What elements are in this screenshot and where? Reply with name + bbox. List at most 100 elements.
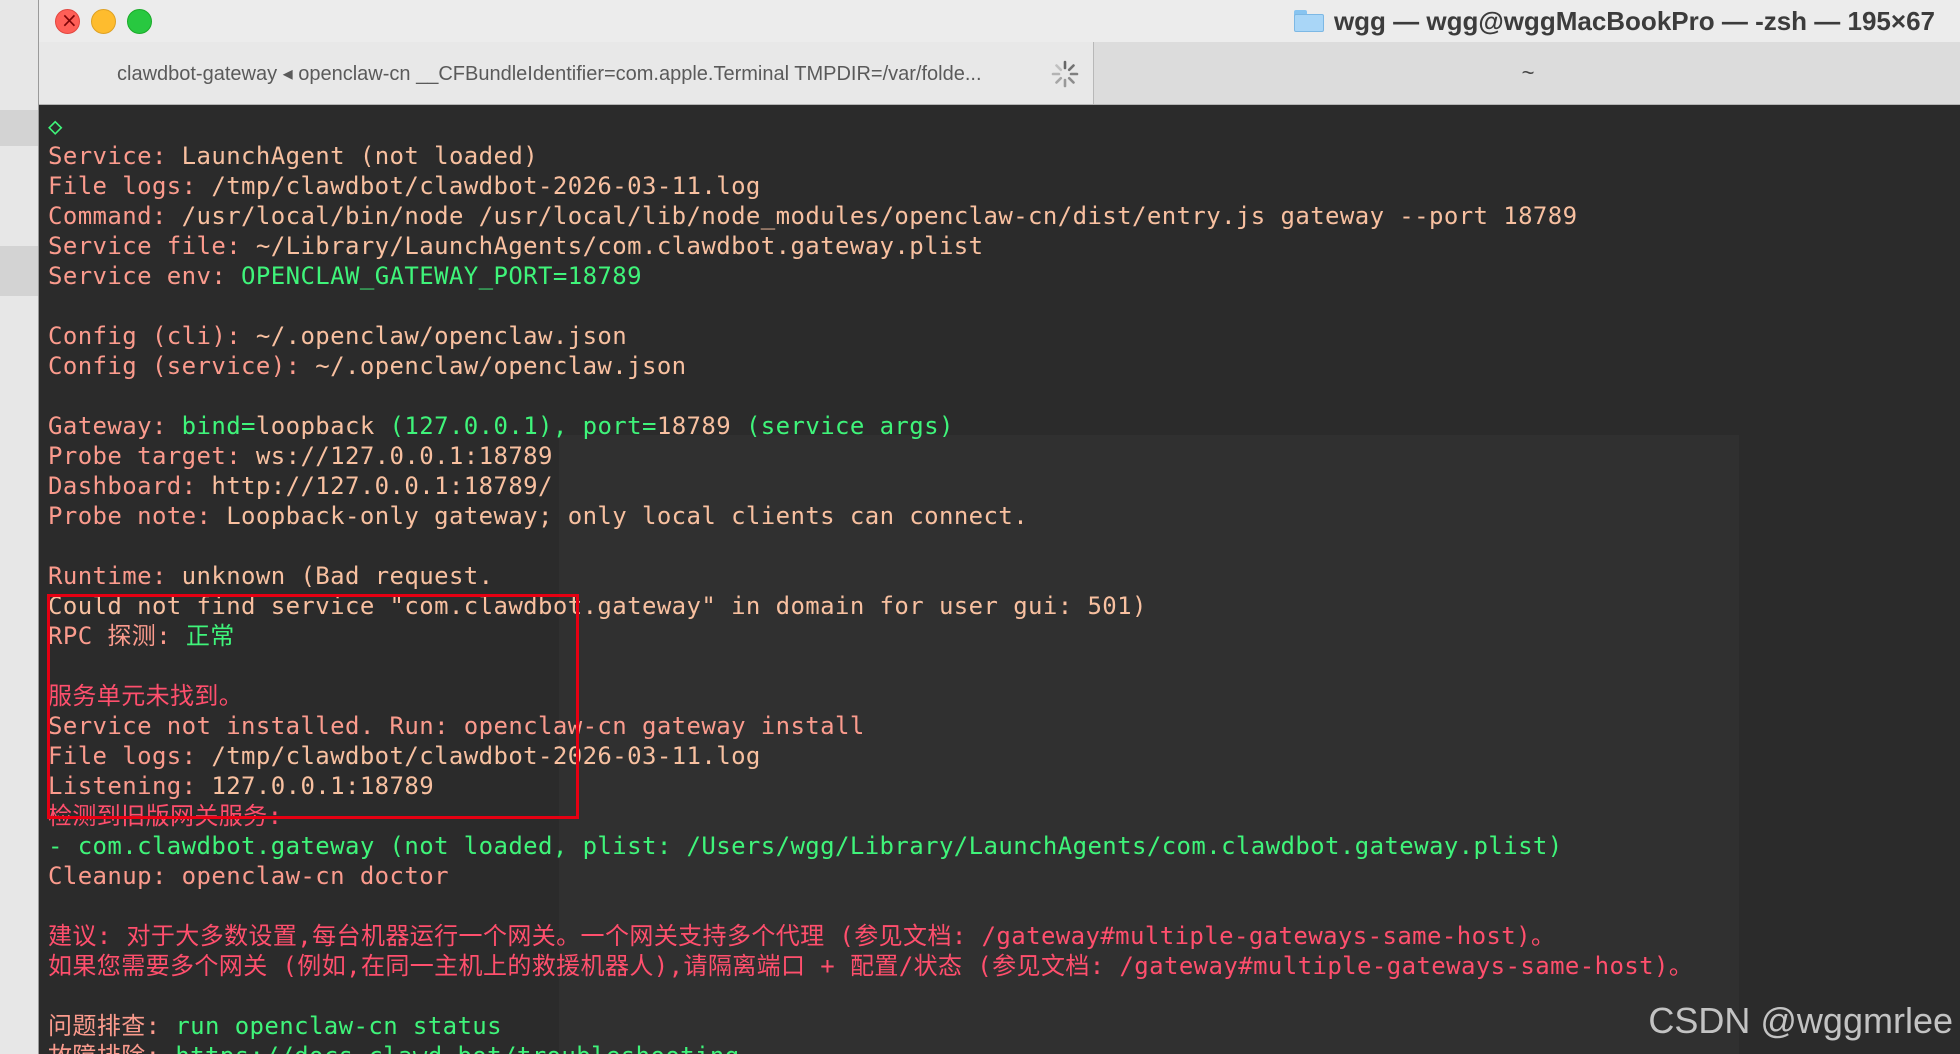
terminal-segment: (127.0.0.1),: [374, 412, 583, 440]
terminal-line: Service: LaunchAgent (not loaded): [48, 141, 1693, 171]
terminal-line: File logs: /tmp/clawdbot/clawdbot-2026-0…: [48, 171, 1693, 201]
terminal-segment: 服务单元未找到。: [48, 682, 244, 710]
terminal-segment: Service file:: [48, 232, 256, 260]
terminal-line: Service env: OPENCLAW_GATEWAY_PORT=18789: [48, 261, 1693, 291]
terminal-line: 故障排除: https://docs.clawd.bot/troubleshoo…: [48, 1041, 1693, 1054]
tab-label: ~: [1521, 60, 1535, 85]
terminal-segment: 建议: 对于大多数设置,每台机器运行一个网关。一个网关支持多个代理 (参见文档:…: [48, 922, 1556, 950]
terminal-segment: ~/Library/LaunchAgents/com.clawdbot.gate…: [255, 232, 984, 260]
terminal-segment: Dashboard:: [48, 472, 212, 500]
tab-bar: clawdbot-gateway ◂ openclaw-cn __CFBundl…: [39, 42, 1960, 105]
terminal-segment: Gateway:: [48, 412, 182, 440]
terminal-segment: Listening:: [48, 772, 212, 800]
terminal-segment: run openclaw-cn status: [175, 1012, 502, 1040]
terminal-segment: ~/.openclaw/openclaw.json: [315, 352, 687, 380]
terminal-line: RPC 探测: 正常: [48, 621, 1693, 651]
terminal-segment: Service:: [48, 142, 182, 170]
loading-spinner-icon: [1051, 60, 1079, 88]
terminal-segment: 故障排除:: [48, 1042, 175, 1054]
terminal-segment: Service not installed. Run: openclaw-cn …: [48, 712, 865, 740]
terminal-segment: Service env:: [48, 262, 242, 290]
terminal-line: Runtime: unknown (Bad request.: [48, 561, 1693, 591]
title-bar[interactable]: wgg — wgg@wggMacBookPro — -zsh — 195×67: [39, 0, 1960, 42]
terminal-segment: 正常: [185, 622, 235, 650]
terminal-segment: /usr/local/bin/node /usr/local/lib/node_…: [181, 202, 1578, 230]
terminal-segment: 如果您需要多个网关 (例如,在同一主机上的救援机器人),请隔离端口 + 配置/状…: [48, 952, 1694, 980]
terminal-line: Command: /usr/local/bin/node /usr/local/…: [48, 201, 1693, 231]
terminal-segment: - com.clawdbot.gateway (not loaded, plis…: [48, 832, 1563, 860]
terminal-segment: /tmp/clawdbot/clawdbot-2026-03-11.log: [211, 172, 761, 200]
terminal-line: - com.clawdbot.gateway (not loaded, plis…: [48, 831, 1693, 861]
terminal-segment: 127.0.0.1:18789: [211, 772, 435, 800]
terminal-line: File logs: /tmp/clawdbot/clawdbot-2026-0…: [48, 741, 1693, 771]
terminal-line: Cleanup: openclaw-cn doctor: [48, 861, 1693, 891]
terminal-segment: 检测到旧版网关服务:: [48, 802, 283, 830]
terminal-segment: Probe note:: [48, 502, 227, 530]
terminal-line: ◇: [48, 111, 1693, 141]
terminal-segment: port=: [582, 412, 657, 440]
terminal-segment: RPC 探测:: [48, 622, 186, 650]
background-row: [0, 110, 40, 146]
terminal-segment: /tmp/clawdbot/clawdbot-2026-03-11.log: [211, 742, 761, 770]
terminal-segment: http://127.0.0.1:18789/: [211, 472, 553, 500]
terminal-segment: 问题排查:: [48, 1012, 176, 1040]
terminal-output[interactable]: ◇ Service: LaunchAgent (not loaded) File l…: [39, 105, 1960, 1054]
terminal-segment: ◇: [48, 112, 63, 140]
tab-clawdbot-gateway[interactable]: clawdbot-gateway ◂ openclaw-cn __CFBundl…: [39, 42, 1094, 104]
folder-icon: [1293, 10, 1324, 32]
zoom-window-button[interactable]: [127, 9, 152, 34]
terminal-segment: Probe target:: [48, 442, 256, 470]
terminal-segment: LaunchAgent (not loaded): [181, 142, 539, 170]
terminal-line: 如果您需要多个网关 (例如,在同一主机上的救援机器人),请隔离端口 + 配置/状…: [48, 951, 1693, 981]
minimize-window-button[interactable]: [91, 9, 116, 34]
terminal-segment: Loopback-only gateway; only local client…: [226, 502, 1029, 530]
terminal-segment: Config (service):: [48, 352, 316, 380]
terminal-line: 服务单元未找到。: [48, 681, 1693, 711]
terminal-segment: File logs:: [48, 742, 212, 770]
terminal-segment: (service args): [731, 412, 954, 440]
terminal-line: Could not find service "com.clawdbot.gat…: [48, 591, 1693, 621]
window-title: wgg — wgg@wggMacBookPro — -zsh — 195×67: [1293, 4, 1935, 38]
terminal-segment: Command:: [48, 202, 182, 230]
close-window-button[interactable]: [55, 8, 80, 34]
terminal-line: Probe target: ws://127.0.0.1:18789: [48, 441, 1693, 471]
terminal-segment: Cleanup: openclaw-cn doctor: [48, 862, 449, 890]
terminal-line: Service file: ~/Library/LaunchAgents/com…: [48, 231, 1693, 261]
terminal-line: Gateway: bind=loopback (127.0.0.1), port…: [48, 411, 1693, 441]
terminal-segment: loopback: [255, 412, 375, 440]
terminal-segment: unknown (Bad request.: [181, 562, 494, 590]
tab-label: clawdbot-gateway ◂ openclaw-cn __CFBundl…: [117, 62, 982, 85]
terminal-segment: ~/.openclaw/openclaw.json: [255, 322, 628, 350]
terminal-line: Listening: 127.0.0.1:18789: [48, 771, 1693, 801]
terminal-segment: File logs:: [48, 172, 212, 200]
terminal-line: 检测到旧版网关服务:: [48, 801, 1693, 831]
terminal-segment: bind=: [181, 412, 256, 440]
window-title-text: wgg — wgg@wggMacBookPro — -zsh — 195×67: [1333, 5, 1935, 36]
background-row: [0, 246, 40, 296]
terminal-segment: https://docs.clawd.bot/troubleshooting: [175, 1042, 739, 1054]
terminal-segment: 18789: [656, 412, 732, 440]
terminal-line: 建议: 对于大多数设置,每台机器运行一个网关。一个网关支持多个代理 (参见文档:…: [48, 921, 1693, 951]
terminal-segment: Runtime:: [48, 562, 182, 590]
terminal-segment: Config (cli):: [48, 322, 256, 350]
background-window: [0, 0, 40, 1054]
terminal-window: wgg — wgg@wggMacBookPro — -zsh — 195×67 …: [38, 0, 1960, 1054]
terminal-segment: OPENCLAW_GATEWAY_PORT=18789: [241, 262, 642, 290]
terminal-line: Config (service): ~/.openclaw/openclaw.j…: [48, 351, 1693, 381]
terminal-line: Dashboard: http://127.0.0.1:18789/: [48, 471, 1693, 501]
tab-home[interactable]: ~: [1095, 42, 1960, 104]
terminal-line: 问题排查: run openclaw-cn status: [48, 1011, 1693, 1041]
terminal-segment: ws://127.0.0.1:18789: [255, 442, 553, 470]
terminal-segment: Could not find service "com.clawdbot.gat…: [48, 592, 1147, 620]
terminal-line: Service not installed. Run: openclaw-cn …: [48, 711, 1693, 741]
watermark: CSDN @wggmrlee: [1648, 1000, 1953, 1041]
terminal-text: ◇ Service: LaunchAgent (not loaded) File l…: [48, 111, 1693, 1054]
terminal-line: Probe note: Loopback-only gateway; only …: [48, 501, 1693, 531]
terminal-line: Config (cli): ~/.openclaw/openclaw.json: [48, 321, 1693, 351]
